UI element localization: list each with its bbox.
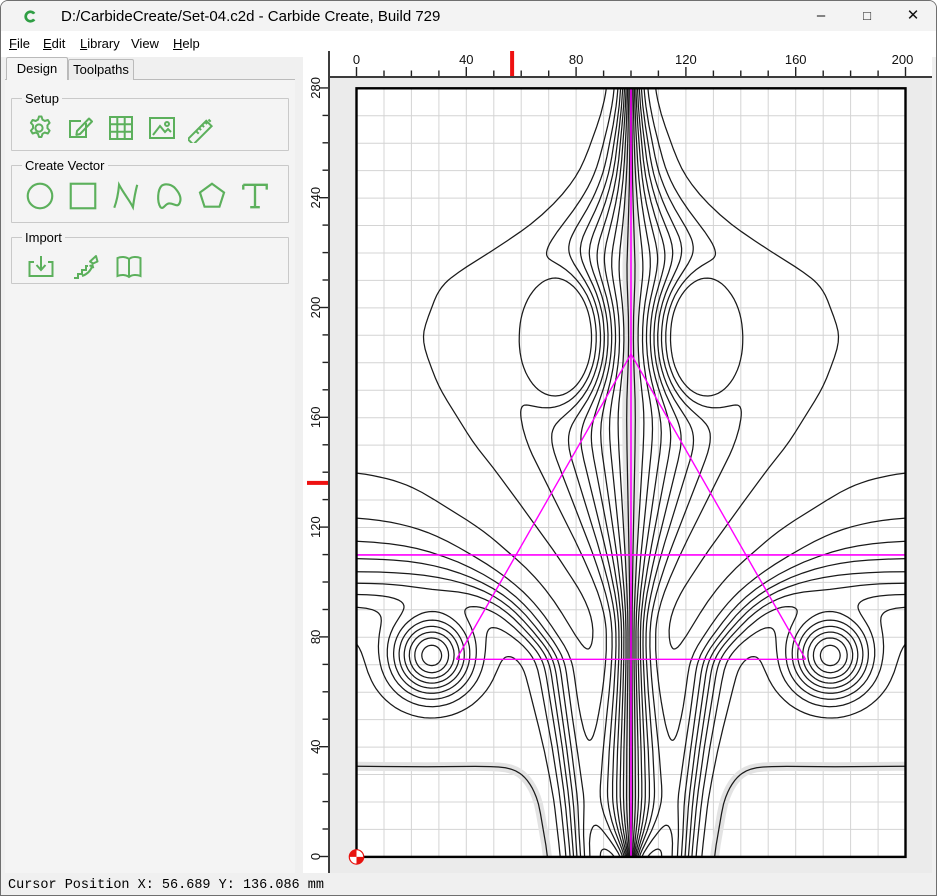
svg-text:160: 160 [785, 52, 807, 67]
svg-text:0: 0 [308, 853, 323, 860]
svg-text:0: 0 [353, 52, 360, 67]
svg-text:280: 280 [308, 77, 323, 99]
svg-text:120: 120 [308, 516, 323, 538]
svg-text:200: 200 [308, 297, 323, 319]
svg-text:40: 40 [308, 739, 323, 753]
svg-text:200: 200 [892, 52, 914, 67]
svg-text:80: 80 [308, 630, 323, 644]
svg-text:240: 240 [308, 187, 323, 209]
svg-text:40: 40 [459, 52, 473, 67]
svg-text:80: 80 [569, 52, 583, 67]
svg-text:160: 160 [308, 406, 323, 428]
svg-text:120: 120 [675, 52, 697, 67]
